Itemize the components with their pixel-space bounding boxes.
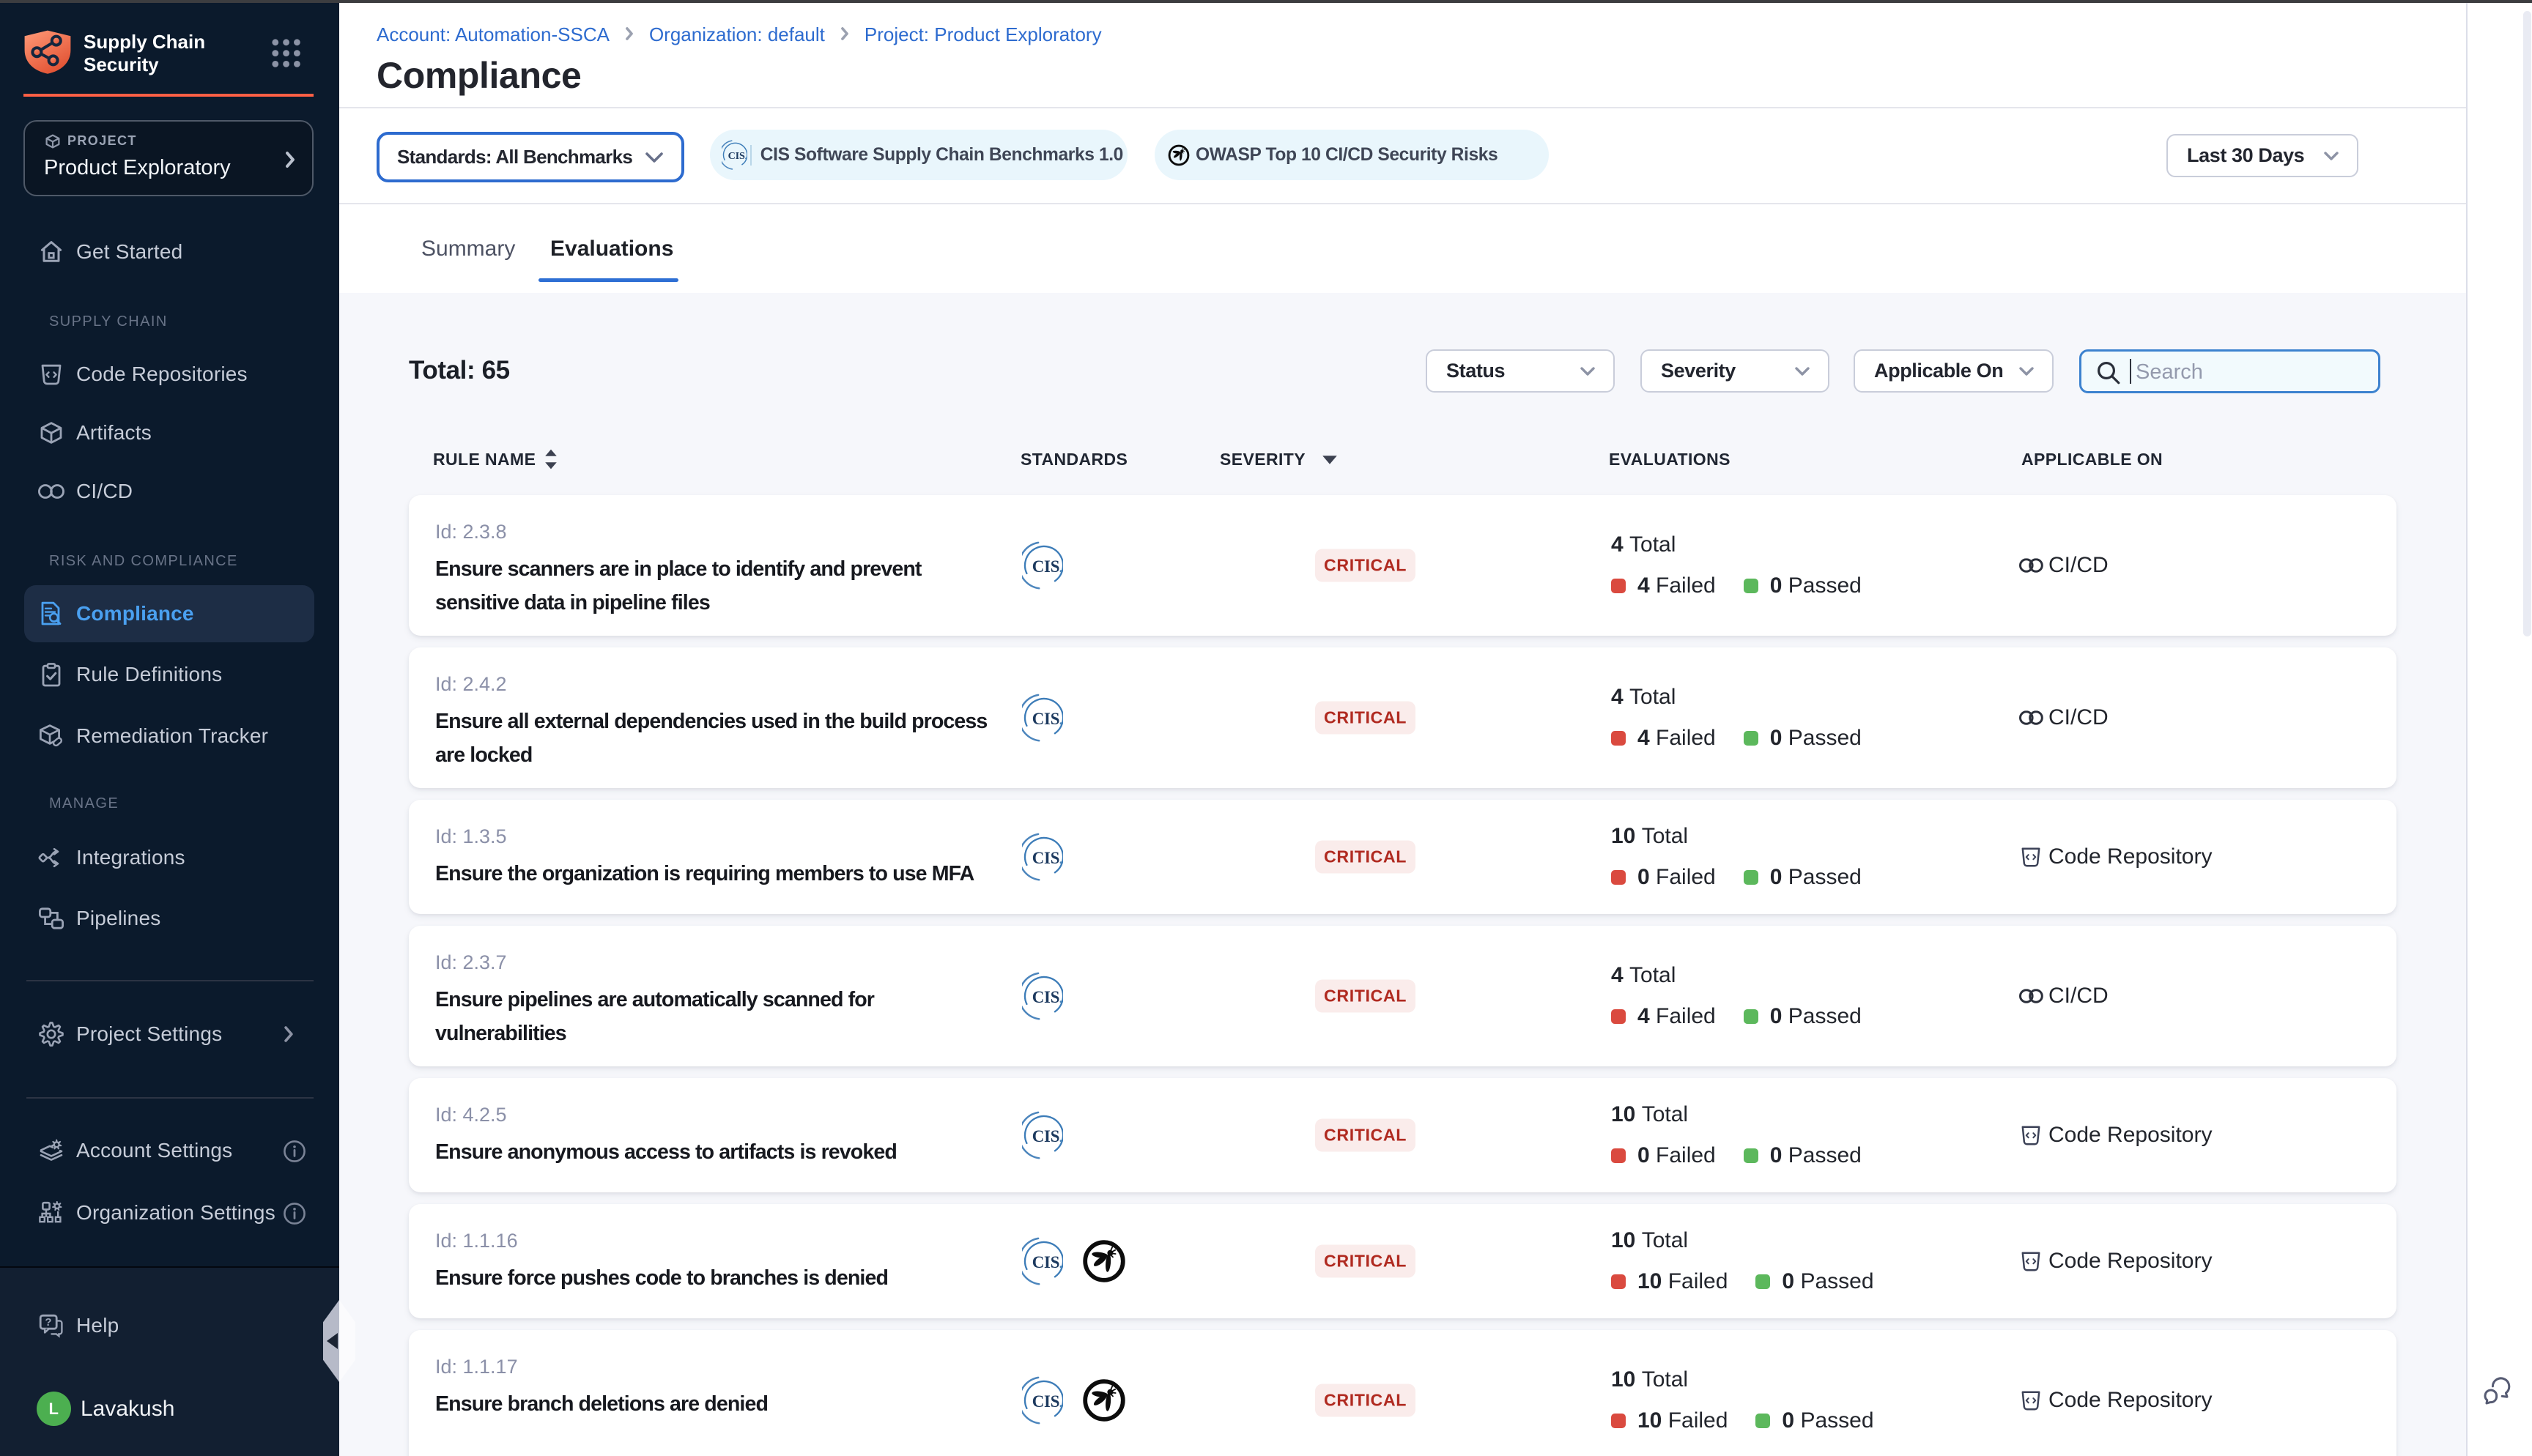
svg-text:CIS: CIS (1032, 1127, 1059, 1145)
svg-text:CIS: CIS (1032, 710, 1059, 728)
svg-text:CIS: CIS (1032, 1253, 1059, 1271)
svg-text:CIS: CIS (728, 150, 745, 162)
svg-text:CIS: CIS (1032, 988, 1059, 1006)
svg-text:CIS: CIS (1032, 849, 1059, 867)
svg-text:?: ? (45, 1316, 51, 1329)
svg-text:CIS: CIS (1032, 1392, 1059, 1411)
svg-text:CIS: CIS (1032, 557, 1059, 576)
